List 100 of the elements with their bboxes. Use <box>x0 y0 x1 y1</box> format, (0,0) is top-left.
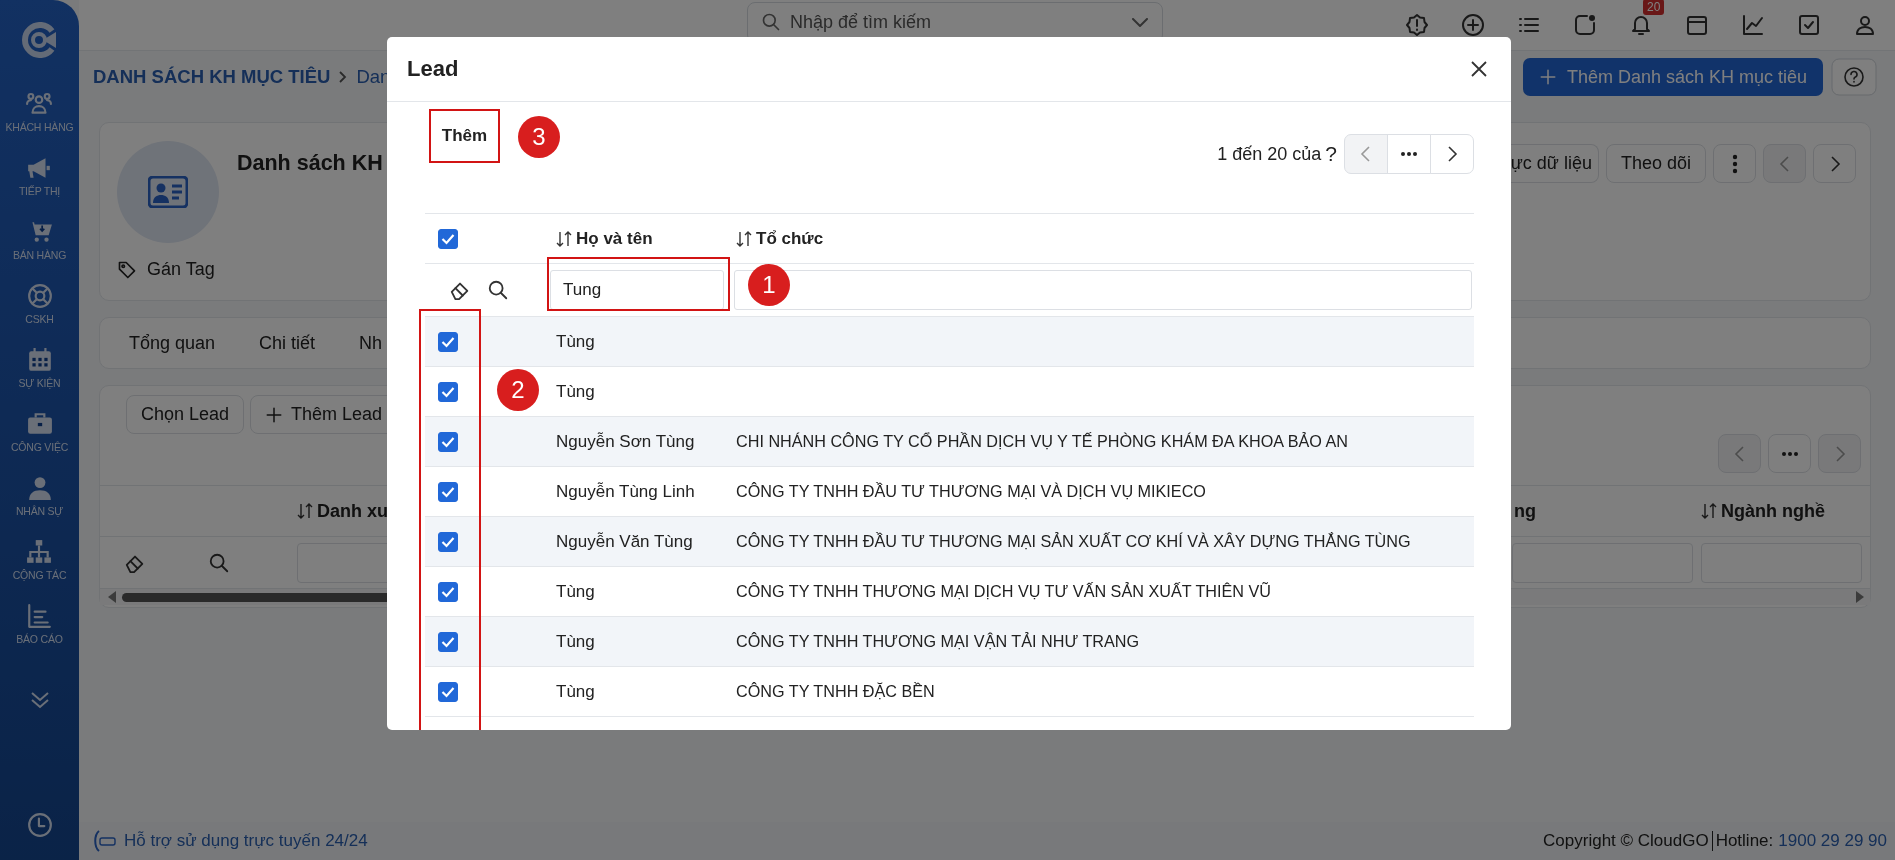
alert-icon[interactable] <box>1405 13 1429 37</box>
help-icon[interactable] <box>1831 58 1877 96</box>
next-button[interactable] <box>1813 144 1856 183</box>
more-icon <box>1780 450 1799 457</box>
calendar-icon[interactable] <box>26 347 53 373</box>
sidebar-label[interactable]: TIẾP THỊ <box>18 185 61 197</box>
square-dot-icon[interactable] <box>1573 13 1597 37</box>
column-header[interactable]: ng <box>1514 500 1536 522</box>
person-icon[interactable] <box>26 475 53 501</box>
sidebar-label[interactable]: CSKH <box>25 313 54 325</box>
chevron-left-icon <box>1359 145 1373 163</box>
column-header[interactable]: Họ và tên <box>576 228 653 249</box>
calendar-icon[interactable] <box>1685 13 1709 37</box>
select-lead-button[interactable]: Chọn Lead <box>126 395 245 434</box>
lifebuoy-icon[interactable] <box>26 283 53 309</box>
checkbox-icon[interactable] <box>1797 13 1821 37</box>
support-link[interactable]: Hỗ trợ sử dụng trực tuyến 24/24 <box>124 831 368 851</box>
highlight-frame <box>429 109 500 163</box>
checkbox[interactable] <box>438 381 458 402</box>
more-button[interactable] <box>1713 144 1756 183</box>
tab[interactable]: Nh <box>359 332 383 354</box>
plus-icon <box>265 405 284 424</box>
next-button[interactable] <box>1430 134 1474 174</box>
step-number: 3 <box>518 116 560 158</box>
record-title: Danh sách KH <box>237 151 383 177</box>
more-button[interactable] <box>1768 434 1811 473</box>
table-cell: Tùng <box>556 631 595 652</box>
checkbox[interactable] <box>438 681 458 702</box>
check-icon <box>441 685 455 698</box>
sort-icon[interactable] <box>556 229 572 248</box>
table-cell: Tùng <box>556 381 595 402</box>
table-cell: Nguyễn Văn Tùng <box>556 531 693 552</box>
checkbox[interactable] <box>438 581 458 602</box>
column-header[interactable]: Tổ chức <box>756 228 824 249</box>
briefcase-icon[interactable] <box>26 411 53 437</box>
checkbox[interactable] <box>438 531 458 552</box>
close-icon[interactable] <box>1469 59 1489 79</box>
contact-card-icon <box>148 176 188 208</box>
tag-link[interactable]: Gán Tag <box>147 259 215 280</box>
checkbox[interactable] <box>438 228 458 249</box>
chat-logo-icon[interactable] <box>91 829 117 853</box>
hotline-label: Hotline: <box>1715 831 1774 851</box>
sidebar-label[interactable]: CÔNG VIỆC <box>10 441 69 453</box>
pagination-text: 1 đến 20 của <box>1217 143 1322 165</box>
sort-icon[interactable] <box>736 229 752 248</box>
line-chart-icon[interactable] <box>1741 13 1765 37</box>
tab[interactable]: Chi tiết <box>259 332 316 354</box>
chart-icon[interactable] <box>26 603 53 629</box>
sidebar-label[interactable]: BÁN HÀNG <box>12 249 67 261</box>
search-icon[interactable] <box>487 279 509 301</box>
table-cell: Nguyễn Tùng Linh <box>556 481 695 502</box>
more-button[interactable] <box>1387 134 1431 174</box>
checkbox[interactable] <box>438 481 458 502</box>
tab[interactable]: Tổng quan <box>129 332 216 354</box>
table-cell: CÔNG TY TNHH THƯƠNG MẠI VẬN TẢI NHƯ TRANG <box>736 632 1140 651</box>
column-header[interactable]: Danh xu <box>317 500 388 522</box>
sidebar-label[interactable]: KHÁCH HÀNG <box>5 121 74 133</box>
breadcrumb-link[interactable]: DANH SÁCH KH MỤC TIÊU <box>93 66 331 88</box>
table-cell: Tùng <box>556 331 595 352</box>
sidebar-label[interactable]: CỘNG TÁC <box>12 569 67 581</box>
sidebar-label[interactable]: SỰ KIỆN <box>18 377 61 389</box>
clock-icon[interactable] <box>26 812 53 838</box>
check-icon <box>441 435 455 448</box>
people-icon[interactable] <box>26 91 53 117</box>
user-icon[interactable] <box>1853 13 1877 37</box>
filter-field[interactable] <box>1512 542 1693 583</box>
table-cell: Tùng <box>556 581 595 602</box>
logo[interactable] <box>21 21 58 58</box>
check-icon <box>441 232 455 245</box>
checkbox[interactable] <box>438 631 458 652</box>
scroll-right-icon[interactable] <box>1855 591 1865 603</box>
organization-filter-field[interactable] <box>734 270 1472 310</box>
scroll-left-icon[interactable] <box>107 591 117 603</box>
notification-badge: 20 <box>1643 0 1665 15</box>
chevron-left-icon <box>1777 154 1792 173</box>
sidebar-label[interactable]: BÁO CÁO <box>16 633 63 645</box>
megaphone-icon[interactable] <box>26 155 53 181</box>
check-icon <box>441 535 455 548</box>
checkbox[interactable] <box>438 331 458 352</box>
help-mark[interactable]: ? <box>1325 142 1337 166</box>
action-button[interactable]: Theo dõi <box>1605 144 1706 183</box>
sidebar-label[interactable]: NHÂN SỰ <box>15 505 64 517</box>
chevron-right-icon <box>1445 145 1459 163</box>
copyright-text: Copyright © CloudGO <box>1543 831 1713 851</box>
table-cell: Tùng <box>556 681 595 702</box>
add-list-button[interactable]: Thêm Danh sách KH mục tiêu <box>1522 58 1823 96</box>
column-header[interactable]: Ngành nghề <box>1721 500 1825 522</box>
plus-circle-icon[interactable] <box>1461 13 1485 37</box>
table-cell: CÔNG TY TNHH ĐẶC BỀN <box>736 682 935 701</box>
tag-icon[interactable] <box>117 259 137 280</box>
table-cell: CHI NHÁNH CÔNG TY CỔ PHẦN DỊCH VỤ Y TẾ PHÒNG KHÁM ĐA KHOA BẢO AN <box>736 432 1348 451</box>
checkbox[interactable] <box>438 431 458 452</box>
check-icon <box>441 585 455 598</box>
hierarchy-icon[interactable] <box>26 539 53 565</box>
hotline-link[interactable]: 1900 29 29 90 <box>1778 831 1887 851</box>
check-icon <box>441 335 455 348</box>
name-filter-field[interactable]: Tung <box>550 270 724 310</box>
bell-icon[interactable] <box>1629 13 1653 37</box>
modal-title: Lead <box>407 56 459 82</box>
check-icon <box>441 385 455 398</box>
